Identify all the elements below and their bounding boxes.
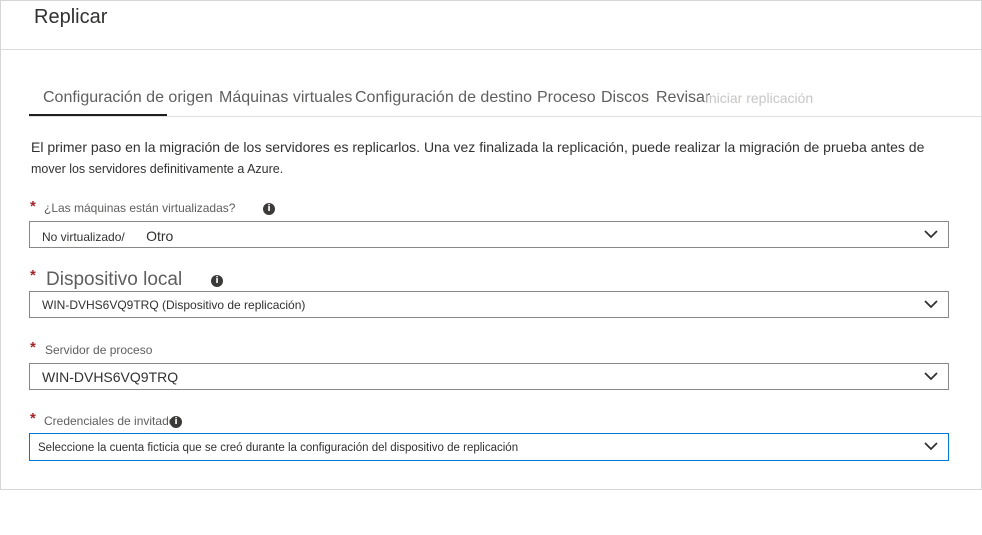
appliance-label: Dispositivo local	[46, 269, 183, 290]
tab-bar: Configuración de origen Máquinas virtual…	[29, 85, 981, 117]
required-marker: *	[30, 410, 36, 427]
chevron-down-icon	[924, 228, 938, 240]
required-marker: *	[30, 339, 36, 356]
intro-line-1: El primer paso en la migración de los se…	[31, 139, 925, 155]
tab-source-settings[interactable]: Configuración de origen	[43, 89, 213, 107]
virtualized-value: No virtualizado/ Otro	[42, 228, 173, 244]
virtualized-value-part1: No virtualizado/	[42, 230, 125, 244]
guest-credentials-label: Credenciales de invitado	[44, 414, 176, 428]
process-server-label: Servidor de proceso	[45, 343, 153, 357]
process-server-value: WIN-DVHS6VQ9TRQ	[42, 369, 179, 385]
chevron-down-icon	[924, 440, 938, 452]
page-title: Replicar	[34, 6, 108, 28]
replicate-panel: Replicar Configuración de origen Máquina…	[0, 0, 982, 490]
info-icon[interactable]: i	[170, 416, 182, 428]
info-icon[interactable]: i	[263, 203, 275, 215]
appliance-value: WIN-DVHS6VQ9TRQ (Dispositivo de replicac…	[42, 298, 306, 312]
virtualized-label: ¿Las máquinas están virtualizadas?	[44, 201, 236, 215]
intro-text: El primer paso en la migración de los se…	[31, 136, 981, 180]
guest-credentials-value: Seleccione la cuenta ficticia que se cre…	[38, 442, 519, 454]
tab-compute[interactable]: Proceso	[537, 89, 596, 107]
tab-disks[interactable]: Discos	[601, 89, 649, 107]
chevron-down-icon	[924, 370, 938, 382]
tab-target-settings[interactable]: Configuración de destino	[355, 89, 532, 107]
appliance-dropdown[interactable]: WIN-DVHS6VQ9TRQ (Dispositivo de replicac…	[29, 291, 949, 318]
intro-line-2: mover los servidores definitivamente a A…	[31, 162, 284, 176]
required-marker: *	[30, 267, 36, 284]
tab-bar-divider	[29, 116, 981, 117]
chevron-down-icon	[924, 298, 938, 310]
guest-credentials-dropdown[interactable]: Seleccione la cuenta ficticia que se cre…	[29, 433, 949, 461]
tab-virtual-machines[interactable]: Máquinas virtuales	[219, 89, 352, 107]
tab-review[interactable]: Revisar	[656, 89, 710, 107]
title-divider	[1, 49, 981, 50]
process-server-dropdown[interactable]: WIN-DVHS6VQ9TRQ	[29, 363, 949, 390]
required-marker: *	[30, 198, 36, 215]
tab-start-replication: Iniciar replicación	[705, 90, 814, 106]
virtualized-value-part2: Otro	[146, 228, 174, 244]
virtualized-dropdown[interactable]: No virtualizado/ Otro	[29, 221, 949, 248]
info-icon[interactable]: i	[211, 275, 223, 287]
